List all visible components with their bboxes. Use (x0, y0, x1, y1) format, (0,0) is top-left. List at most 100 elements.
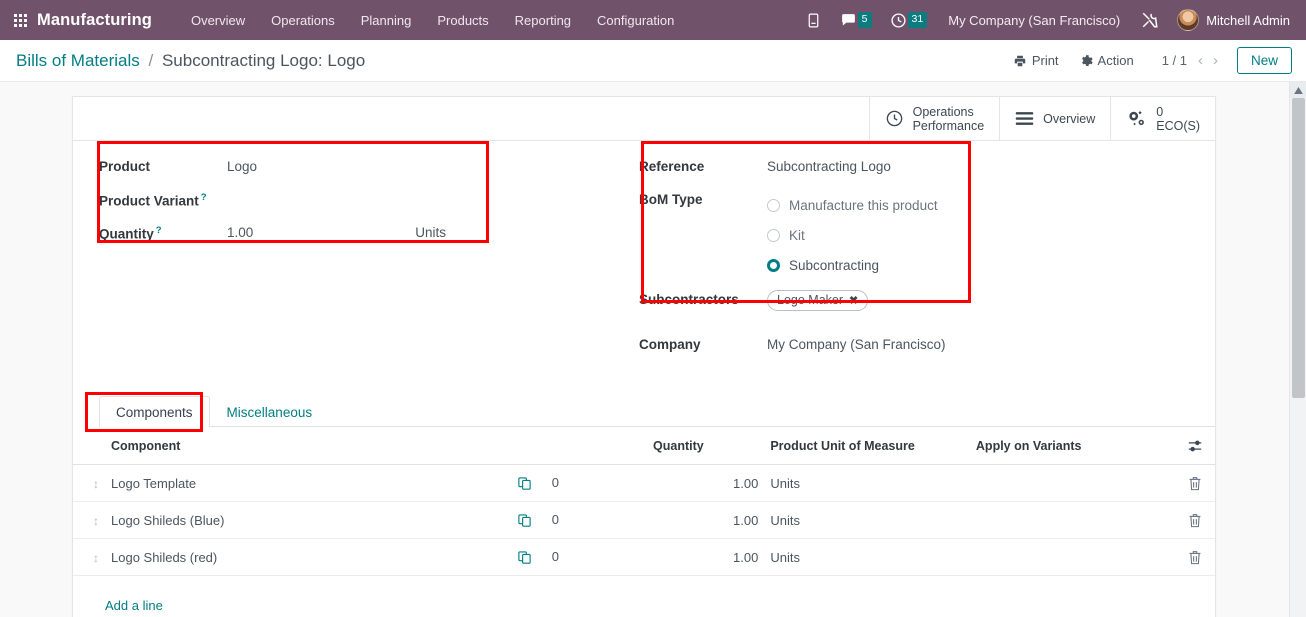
add-line-cell[interactable]: Add a line (73, 575, 1215, 617)
subcontractors-tag-list[interactable]: Logo Maker ✖ (767, 290, 869, 311)
drag-handle-icon[interactable]: ↕ (73, 464, 105, 503)
vertical-scrollbar[interactable] (1289, 82, 1306, 617)
field-product: Product Logo (99, 157, 621, 190)
control-panel: Bills of Materials / Subcontracting Logo… (0, 40, 1306, 82)
radio-icon-subcontracting-selected[interactable] (767, 258, 780, 272)
label-text-product: Product (99, 159, 151, 174)
nav-menu-products[interactable]: Products (424, 7, 501, 34)
cell-attachment-count: 0 (551, 549, 559, 565)
new-button[interactable]: New (1236, 47, 1292, 74)
th-component[interactable]: Component (105, 427, 512, 465)
tools-icon[interactable] (1132, 0, 1168, 40)
field-label-quantity: Quantity? (99, 223, 227, 242)
help-tooltip-icon-product-variant[interactable]: ? (201, 192, 207, 203)
stat-line2-performance: Performance (912, 118, 985, 133)
radio-label-manufacture[interactable]: Manufacture this product (789, 198, 938, 213)
radio-label-kit[interactable]: Kit (789, 228, 805, 243)
cell-component-name[interactable]: Logo Shileds (red) (105, 538, 512, 577)
apps-grid-icon[interactable] (14, 13, 27, 27)
help-tooltip-icon-quantity[interactable]: ? (156, 225, 162, 236)
tag-label-logo-maker: Logo Maker (777, 293, 844, 307)
field-value-quantity-uom[interactable]: Units (415, 223, 446, 240)
field-label-subcontractors: Subcontractors (639, 292, 739, 307)
notebook: Components Miscellaneous (73, 392, 1215, 432)
radio-option-subcontracting[interactable]: Subcontracting (767, 250, 938, 280)
field-value-quantity[interactable]: 1.00 (227, 223, 253, 240)
field-value-reference[interactable]: Subcontracting Logo (767, 157, 891, 174)
breadcrumb: Bills of Materials / Subcontracting Logo… (16, 51, 365, 71)
nav-menu-configuration[interactable]: Configuration (584, 7, 687, 34)
delete-row-button[interactable] (1175, 464, 1215, 503)
radio-option-kit[interactable]: Kit (767, 220, 938, 250)
cell-component-name[interactable]: Logo Shileds (Blue) (105, 501, 512, 540)
drag-handle-icon[interactable]: ↕ (73, 538, 105, 577)
print-button[interactable]: Print (1003, 48, 1069, 73)
cell-quantity[interactable]: 1.00 (647, 501, 765, 540)
stat-button-operations-performance[interactable]: Operations Performance (868, 97, 1000, 140)
field-value-product-variant[interactable] (227, 190, 347, 208)
th-apply-on-variants[interactable]: Apply on Variants (969, 427, 1176, 465)
breadcrumb-root-link[interactable]: Bills of Materials (16, 51, 140, 70)
top-navbar: Manufacturing Overview Operations Planni… (0, 0, 1306, 40)
stat-button-eco[interactable]: 0 ECO(S) (1110, 97, 1215, 140)
messages-button[interactable]: 5 (831, 0, 881, 40)
radio-option-manufacture[interactable]: Manufacture this product (767, 190, 938, 220)
th-quantity[interactable]: Quantity (647, 427, 765, 465)
company-switcher[interactable]: My Company (San Francisco) (936, 13, 1132, 28)
drag-handle-icon[interactable]: ↕ (73, 501, 105, 540)
nav-menu-operations[interactable]: Operations (258, 7, 348, 34)
notebook-tabs: Components Miscellaneous (99, 396, 1215, 427)
avatar (1177, 9, 1200, 31)
stat-button-overview[interactable]: Overview (999, 97, 1110, 140)
cell-uom[interactable]: Units (764, 464, 970, 503)
field-value-product[interactable]: Logo (227, 157, 257, 174)
radio-label-subcontracting[interactable]: Subcontracting (789, 258, 879, 273)
cell-component-name[interactable]: Logo Template (105, 464, 512, 503)
field-value-company[interactable]: My Company (San Francisco) (767, 335, 946, 352)
tab-components[interactable]: Components (99, 396, 210, 427)
cell-quantity[interactable]: 1.00 (647, 464, 765, 503)
cell-attachments[interactable]: 0 (511, 538, 648, 577)
scroll-up-arrow-icon[interactable] (1290, 82, 1306, 98)
nav-menu-reporting[interactable]: Reporting (502, 7, 584, 34)
activities-button[interactable]: 31 (881, 0, 937, 40)
action-button[interactable]: Action (1069, 48, 1144, 73)
field-label-product: Product (99, 157, 227, 174)
cell-uom[interactable]: Units (764, 538, 970, 577)
nav-menu-planning[interactable]: Planning (348, 7, 425, 34)
stat-line1-overview: Overview (1043, 111, 1096, 126)
field-label-product-variant: Product Variant? (99, 190, 227, 209)
table-row[interactable]: ↕ Logo Shileds (Blue) 0 1.00 Units (73, 501, 1215, 540)
pager-value: 1 / 1 (1161, 53, 1187, 68)
stat-label-eco: 0 ECO(S) (1156, 105, 1200, 133)
cell-attachments[interactable]: 0 (511, 501, 648, 540)
chevron-right-icon[interactable]: › (1208, 50, 1223, 71)
app-brand-manufacturing[interactable]: Manufacturing (37, 11, 152, 30)
table-row[interactable]: ↕ Logo Shileds (red) 0 1.00 Units (73, 538, 1215, 577)
add-line-row[interactable]: Add a line (73, 575, 1215, 617)
th-uom[interactable]: Product Unit of Measure (764, 427, 970, 465)
cell-uom[interactable]: Units (764, 501, 970, 540)
delete-row-button[interactable] (1175, 501, 1215, 540)
cell-variants[interactable] (969, 501, 1176, 540)
delete-row-button[interactable] (1175, 538, 1215, 577)
chevron-left-icon[interactable]: ‹ (1193, 50, 1208, 71)
nav-menu-overview[interactable]: Overview (178, 7, 258, 34)
tag-logo-maker[interactable]: Logo Maker ✖ (767, 290, 869, 311)
table-row[interactable]: ↕ Logo Template 0 1.00 Units (73, 464, 1215, 503)
add-a-line-button[interactable]: Add a line (79, 586, 169, 617)
close-icon[interactable]: ✖ (849, 294, 858, 307)
radio-icon-manufacture[interactable] (767, 198, 780, 212)
scrollbar-thumb[interactable] (1292, 98, 1305, 398)
user-menu[interactable]: Mitchell Admin (1168, 0, 1296, 40)
cell-variants[interactable] (969, 464, 1176, 503)
cell-quantity[interactable]: 1.00 (647, 538, 765, 577)
tab-miscellaneous[interactable]: Miscellaneous (210, 396, 330, 427)
cell-variants[interactable] (969, 538, 1176, 577)
cell-attachments[interactable]: 0 (511, 464, 648, 503)
column-options-icon[interactable] (1175, 427, 1215, 465)
radio-icon-kit[interactable] (767, 228, 780, 242)
phone-icon[interactable] (796, 0, 831, 40)
breadcrumb-current-record: Subcontracting Logo: Logo (161, 50, 366, 70)
form-group-left: Product Logo Product Variant? Quantity? (73, 157, 621, 368)
